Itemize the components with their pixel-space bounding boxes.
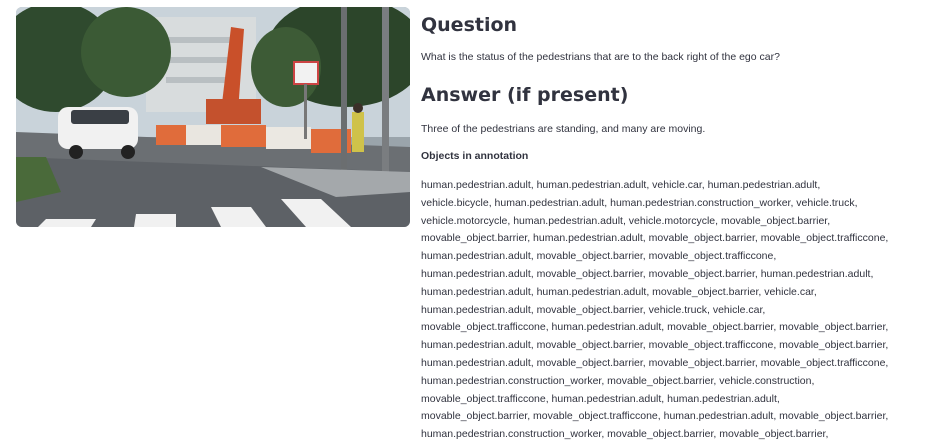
answer-heading: Answer (if present) (421, 84, 629, 106)
objects-line: movable_object.trafficcone, human.pedest… (421, 392, 780, 405)
objects-line: human.pedestrian.adult, movable_object.b… (421, 339, 889, 352)
objects-line: human.pedestrian.adult, movable_object.b… (421, 356, 889, 369)
objects-line: movable_object.trafficcone, human.pedest… (421, 321, 889, 334)
objects-line: human.pedestrian.adult, human.pedestrian… (421, 179, 821, 191)
objects-line: human.pedestrian.adult, human.pedestrian… (421, 285, 817, 298)
objects-line: human.pedestrian.adult, movable_object.b… (421, 267, 874, 280)
objects-line: vehicle.motorcycle, human.pedestrian.adu… (421, 214, 831, 227)
answer-text: Three of the pedestrians are standing, a… (421, 123, 706, 135)
question-heading: Question (421, 14, 518, 36)
camera-image (16, 7, 410, 227)
objects-line: human.pedestrian.construction_worker, mo… (421, 374, 815, 387)
objects-line: movable_object.barrier, movable_object.t… (421, 410, 889, 423)
objects-list: human.pedestrian.adult, human.pedestrian… (421, 177, 921, 444)
objects-line: human.pedestrian.adult, movable_object.b… (421, 250, 777, 263)
question-text: What is the status of the pedestrians th… (421, 51, 780, 63)
details-panel: Question What is the status of the pedes… (421, 10, 921, 444)
objects-heading: Objects in annotation (421, 150, 529, 162)
objects-line: vehicle.bicycle, human.pedestrian.adult,… (421, 196, 858, 209)
objects-line: human.pedestrian.adult, movable_object.b… (421, 303, 766, 316)
objects-line: movable_object.barrier, human.pedestrian… (421, 232, 889, 245)
objects-line: human.pedestrian.construction_worker, mo… (421, 428, 829, 441)
